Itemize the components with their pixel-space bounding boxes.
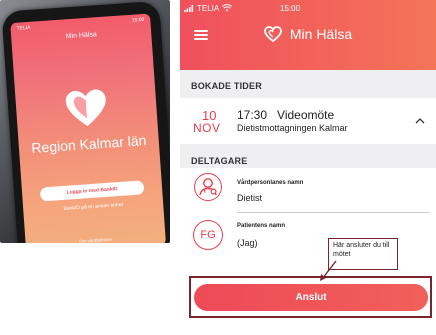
phone-alt-login: BankID på en annan enhet bbox=[63, 201, 124, 212]
booking-summary: 17:30 Videomöte bbox=[237, 108, 334, 122]
booking-time: 17:30 bbox=[237, 108, 268, 122]
patient-name-label: Patientens namn bbox=[237, 223, 286, 229]
header-title-group: Min Hälsa bbox=[180, 26, 436, 42]
section-title: BOKADE TIDER bbox=[191, 81, 262, 91]
chevron-up-icon[interactable] bbox=[415, 117, 425, 125]
carrier-name: TELIA bbox=[197, 3, 220, 13]
section-title: DELTAGARE bbox=[191, 156, 248, 166]
status-bar: TELIA 15:00 bbox=[184, 2, 432, 14]
phone-photo: TELIA 15:00 Min Hälsa Region Kalmar län … bbox=[0, 0, 170, 243]
phone-time: 15:00 bbox=[131, 16, 145, 24]
page-title: Min Hälsa bbox=[289, 26, 353, 42]
phone-carrier: TELIA bbox=[16, 24, 31, 32]
phone-login-button: Logga in med BankID bbox=[39, 180, 145, 202]
booking-item[interactable]: 10 NOV 17:30 Videomöte Dietistmottagninge… bbox=[180, 98, 436, 144]
patient-avatar: FG bbox=[193, 220, 223, 250]
booking-month: NOV bbox=[193, 121, 221, 135]
connect-button[interactable]: Anslut bbox=[194, 284, 428, 311]
phone-screen: TELIA 15:00 Min Hälsa Region Kalmar län … bbox=[10, 13, 167, 243]
phone-device: TELIA 15:00 Min Hälsa Region Kalmar län … bbox=[1, 0, 170, 243]
staff-name-value: Dietist bbox=[237, 193, 263, 203]
heart-logo-icon bbox=[263, 26, 282, 42]
staff-name-label: Vårdpersonlanes namn bbox=[237, 180, 304, 186]
phone-region-name: Region Kalmar län bbox=[30, 132, 147, 157]
booking-type: Videomöte bbox=[277, 108, 335, 122]
wifi-icon bbox=[222, 4, 233, 12]
divider bbox=[237, 212, 430, 213]
section-header-bokade-tider: BOKADE TIDER bbox=[180, 70, 436, 98]
booking-location: Dietistmottagningen Kalmar bbox=[237, 123, 348, 133]
app-header: TELIA 15:00 Min Hälsa bbox=[180, 0, 436, 70]
clock: 15:00 bbox=[280, 3, 301, 13]
signal-icon bbox=[184, 4, 194, 12]
person-icon bbox=[194, 173, 222, 201]
carrier: TELIA bbox=[184, 3, 233, 13]
phone-footer: Om vårdtjänsten bbox=[78, 236, 113, 243]
patient-name-value: (Jag) bbox=[237, 238, 258, 248]
heart-logo-icon bbox=[65, 89, 106, 127]
app-screen: TELIA 15:00 Min Hälsa BOKADE TIDER 10 NO… bbox=[180, 0, 436, 335]
